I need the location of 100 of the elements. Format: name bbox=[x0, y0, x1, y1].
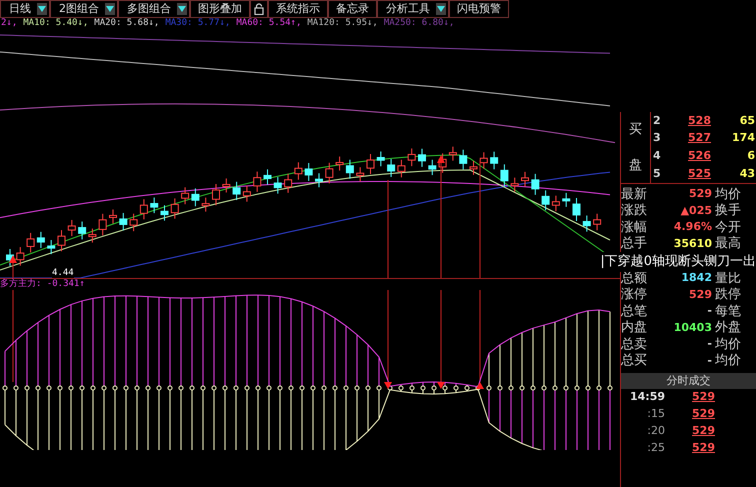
order-rank: 3 bbox=[652, 130, 662, 146]
order-rank: 4 bbox=[652, 148, 662, 164]
toolbar-button[interactable]: 图形叠加 bbox=[190, 0, 250, 18]
zero-axis-marker bbox=[68, 386, 74, 390]
candlestick bbox=[274, 176, 282, 194]
candlestick bbox=[304, 162, 313, 182]
candlestick bbox=[130, 213, 138, 232]
tick-time: :25 bbox=[646, 440, 665, 456]
lock-button[interactable] bbox=[250, 0, 268, 18]
candlestick bbox=[593, 213, 602, 231]
zero-axis-marker bbox=[498, 386, 502, 390]
zero-axis-marker bbox=[14, 386, 18, 390]
candlestick bbox=[212, 183, 220, 206]
zero-axis-marker bbox=[124, 386, 128, 390]
zero-axis-marker bbox=[234, 386, 238, 390]
candlestick bbox=[242, 185, 251, 202]
candlestick bbox=[356, 166, 364, 182]
order-volume: 6 bbox=[746, 148, 756, 164]
low-price-label: 4.44 bbox=[52, 268, 74, 278]
candlestick bbox=[428, 159, 436, 176]
zero-axis-marker bbox=[520, 386, 524, 390]
stat-label: 量比 bbox=[715, 270, 741, 288]
zero-axis-marker bbox=[310, 386, 316, 390]
candlestick bbox=[346, 159, 354, 180]
toolbar-button[interactable]: 系统指示 bbox=[268, 0, 328, 18]
stat-label: 涨停 bbox=[621, 286, 648, 304]
stat-label: 均价 bbox=[715, 352, 741, 370]
zero-axis-marker bbox=[266, 386, 272, 390]
zero-axis-marker bbox=[146, 386, 150, 390]
zero-axis-marker bbox=[366, 386, 370, 390]
stat-label: 总手 bbox=[621, 235, 648, 253]
toolbar-button[interactable]: 分析工具 bbox=[377, 0, 449, 18]
stat-value: 529 bbox=[688, 186, 713, 202]
tick-price: 529 bbox=[691, 406, 715, 422]
zero-axis-marker bbox=[288, 386, 294, 390]
zero-axis-marker bbox=[464, 386, 470, 390]
zero-axis-marker bbox=[256, 386, 260, 390]
stat-label: 跌停 bbox=[715, 286, 741, 304]
candlestick bbox=[181, 186, 190, 205]
tick-price: 529 bbox=[691, 440, 715, 456]
order-price: 527 bbox=[687, 130, 711, 146]
stat-label: 每笔 bbox=[715, 302, 741, 320]
order-rank: 5 bbox=[652, 166, 662, 182]
candlestick bbox=[253, 171, 262, 192]
candlestick bbox=[294, 162, 302, 180]
zero-axis-marker bbox=[322, 386, 326, 390]
candlestick bbox=[315, 172, 323, 188]
candlestick bbox=[222, 178, 230, 193]
zero-axis-marker bbox=[102, 386, 106, 390]
moving-average-value: MA30: 5.77↓, bbox=[165, 17, 230, 30]
zero-axis-marker bbox=[530, 386, 536, 390]
candlestick bbox=[562, 192, 570, 208]
zero-axis-marker bbox=[608, 386, 612, 390]
toolbar-button[interactable]: 日线 bbox=[0, 0, 50, 18]
stat-label: 总卖 bbox=[621, 336, 648, 354]
candlestick bbox=[26, 232, 35, 253]
candlestick bbox=[459, 149, 468, 170]
toolbar-button[interactable]: 多图组合 bbox=[118, 0, 190, 18]
zero-axis-marker bbox=[134, 386, 140, 390]
zero-axis-marker bbox=[564, 386, 568, 390]
moving-average-value: MA60: 5.54↑, bbox=[236, 17, 302, 30]
zero-axis-marker bbox=[46, 386, 52, 390]
zero-axis-marker bbox=[80, 386, 84, 390]
candlestick bbox=[202, 197, 210, 212]
zero-axis-marker bbox=[344, 386, 348, 390]
stat-label: 涨跌 bbox=[621, 202, 648, 220]
zero-axis-marker bbox=[36, 386, 40, 390]
toolbar-button[interactable]: 闪电预警 bbox=[449, 0, 509, 18]
zero-axis-marker bbox=[332, 386, 338, 390]
order-volume: 43 bbox=[738, 166, 756, 182]
stat-value: ▲025 bbox=[680, 202, 713, 218]
dropdown-arrow-icon bbox=[177, 3, 187, 15]
stat-value: 4.96% bbox=[672, 219, 713, 235]
dropdown-arrow-icon bbox=[37, 3, 47, 15]
candlestick bbox=[140, 198, 148, 220]
zero-axis-marker bbox=[244, 386, 250, 390]
toolbar-button[interactable]: 2图组合 bbox=[50, 0, 118, 18]
side-label: 盘 bbox=[629, 156, 642, 174]
moving-average-value: MA10: 5.40↓, bbox=[23, 17, 88, 30]
zero-axis-marker bbox=[454, 386, 458, 390]
zero-axis-marker bbox=[420, 386, 426, 390]
zero-axis-marker bbox=[354, 386, 360, 390]
zero-axis-marker bbox=[574, 386, 580, 390]
zero-axis-marker bbox=[398, 386, 404, 390]
candlestick bbox=[521, 171, 529, 188]
down-arrow-icon bbox=[437, 382, 445, 389]
toolbar-button[interactable]: 备忘录 bbox=[328, 0, 377, 18]
candlestick bbox=[376, 151, 385, 167]
candlestick bbox=[232, 181, 241, 201]
candlestick bbox=[510, 177, 519, 192]
candlestick bbox=[109, 208, 117, 224]
candlestick bbox=[325, 162, 334, 184]
tick-price: 529 bbox=[691, 389, 715, 406]
zero-axis-marker bbox=[168, 386, 172, 390]
zero-axis-marker bbox=[586, 386, 590, 390]
zero-axis-marker bbox=[178, 386, 184, 390]
zero-axis-marker bbox=[508, 386, 514, 390]
zero-axis-marker bbox=[542, 386, 546, 390]
zero-axis-marker bbox=[58, 386, 62, 390]
stat-label: 外盘 bbox=[715, 319, 741, 337]
